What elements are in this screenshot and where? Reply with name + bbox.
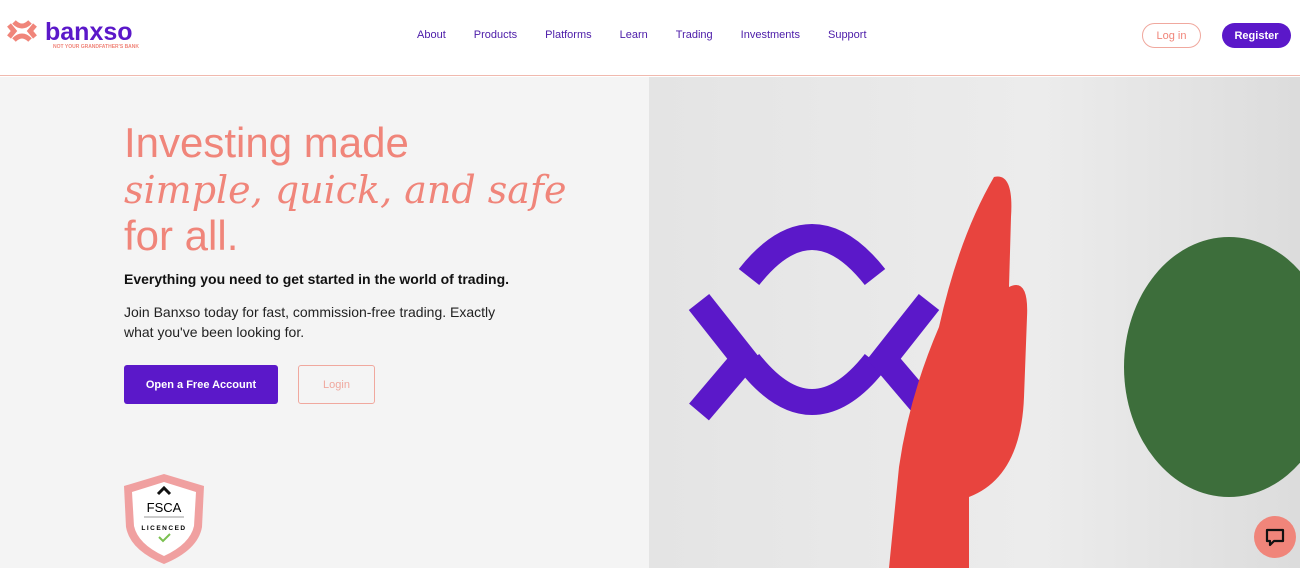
brand-mark-icon [688, 224, 940, 421]
nav-learn[interactable]: Learn [620, 29, 648, 41]
nav-platforms[interactable]: Platforms [545, 29, 591, 41]
nav-about[interactable]: About [417, 29, 446, 41]
nav-products[interactable]: Products [474, 29, 517, 41]
brand-name: banxso [45, 18, 133, 46]
logo[interactable]: banxso NOT YOUR GRANDFATHER'S BANK [7, 18, 139, 50]
login-button[interactable]: Log in [1142, 23, 1201, 48]
chat-icon [1265, 528, 1285, 547]
svg-text:LICENCED: LICENCED [141, 525, 186, 532]
register-button[interactable]: Register [1222, 23, 1291, 48]
main-nav: About Products Platforms Learn Trading I… [417, 29, 895, 41]
svg-text:FSCA: FSCA [147, 500, 182, 515]
fsca-badge: FSCA LICENCED [122, 472, 206, 571]
hero-body: Join Banxso today for fast, commission-f… [124, 304, 496, 340]
cactus-icon [1124, 237, 1300, 497]
chat-button[interactable] [1254, 516, 1296, 558]
hero-illustration [688, 176, 1300, 568]
hero-login-button[interactable]: Login [298, 365, 375, 404]
nav-investments[interactable]: Investments [741, 29, 800, 41]
brand-tagline: NOT YOUR GRANDFATHER'S BANK [53, 44, 140, 50]
banxso-logo-icon [7, 20, 37, 42]
header: banxso NOT YOUR GRANDFATHER'S BANK About… [0, 0, 1300, 76]
nav-trading[interactable]: Trading [676, 29, 713, 41]
hero-title: Investing made simple, quick, and safe f… [124, 119, 567, 259]
open-account-button[interactable]: Open a Free Account [124, 365, 278, 404]
hero-image [649, 77, 1300, 568]
nav-support[interactable]: Support [828, 29, 867, 41]
hero-subtitle: Everything you need to get started in th… [124, 271, 510, 287]
